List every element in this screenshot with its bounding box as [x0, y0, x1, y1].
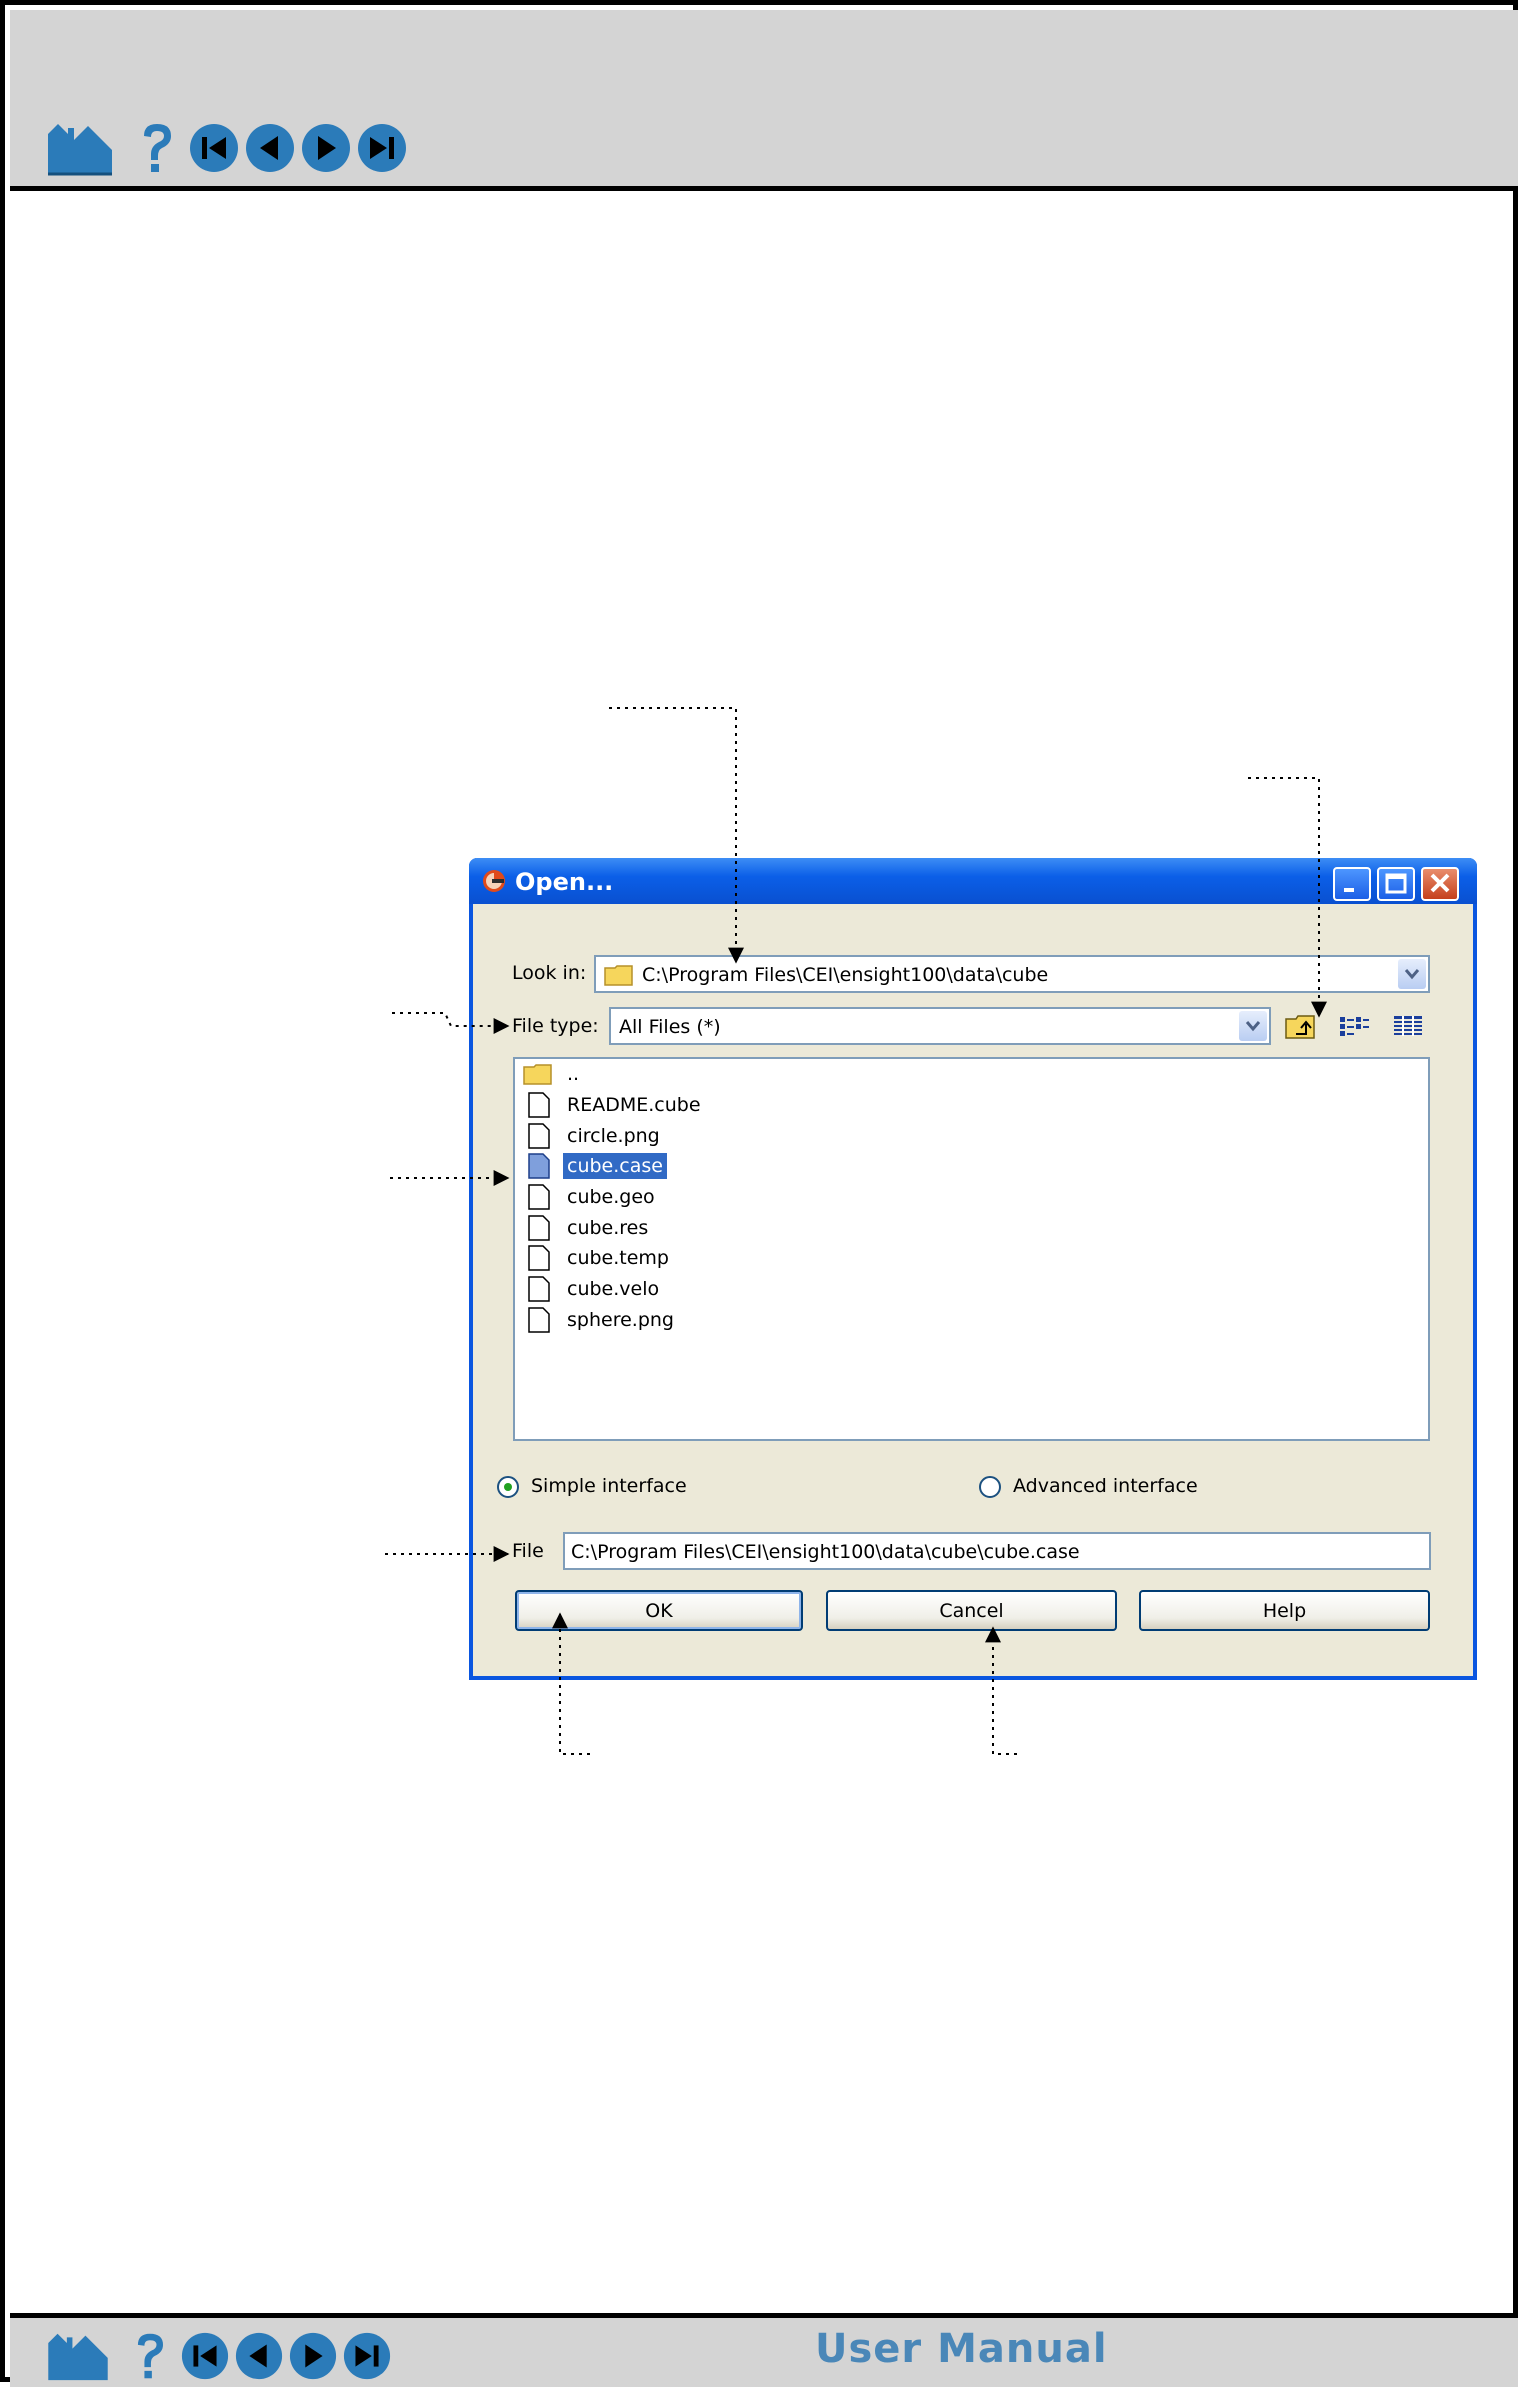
cancel-callout — [985, 1626, 1017, 1755]
callout-lines — [385, 707, 1327, 1755]
look-in-callout — [609, 707, 744, 964]
file-type-callout — [392, 1012, 510, 1034]
ok-callout — [552, 1612, 590, 1755]
up-folder-callout — [1248, 777, 1327, 1018]
